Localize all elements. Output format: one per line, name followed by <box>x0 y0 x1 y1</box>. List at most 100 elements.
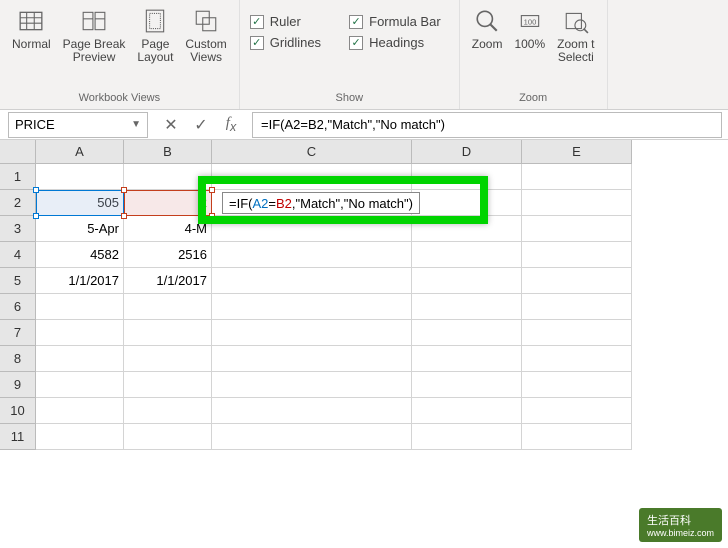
headings-checkbox[interactable]: ✓ Headings <box>349 35 449 50</box>
name-box[interactable]: PRICE ▼ <box>8 112 148 138</box>
column-header[interactable]: E <box>522 140 632 164</box>
cell[interactable] <box>412 216 522 242</box>
row-header[interactable]: 10 <box>0 398 36 424</box>
cell[interactable] <box>36 294 124 320</box>
select-all-corner[interactable] <box>0 140 36 164</box>
cell[interactable] <box>212 164 412 190</box>
cell[interactable] <box>36 398 124 424</box>
page-layout-icon <box>142 8 168 34</box>
formula-bar-checkbox[interactable]: ✓ Formula Bar <box>349 14 449 29</box>
page-break-preview-button[interactable]: Page Break Preview <box>61 6 128 66</box>
column-header[interactable]: C <box>212 140 412 164</box>
cell[interactable] <box>124 372 212 398</box>
cells-area[interactable]: 50525-Apr4-M458225161/1/20171/1/2017 =IF(… <box>36 164 728 450</box>
cell[interactable] <box>522 346 632 372</box>
cell[interactable] <box>522 398 632 424</box>
column-header[interactable]: B <box>124 140 212 164</box>
cell[interactable]: 2 <box>124 190 212 216</box>
normal-view-button[interactable]: Normal <box>10 6 53 53</box>
cell[interactable]: 2516 <box>124 242 212 268</box>
in-cell-formula-editor[interactable]: =IF(A2=B2,"Match","No match") <box>222 192 420 214</box>
column-header[interactable]: D <box>412 140 522 164</box>
cell[interactable] <box>522 294 632 320</box>
column-header[interactable]: A <box>36 140 124 164</box>
cell[interactable] <box>212 346 412 372</box>
cell[interactable] <box>212 372 412 398</box>
cell[interactable]: 1/1/2017 <box>36 268 124 294</box>
cell[interactable]: 4-M <box>124 216 212 242</box>
selection-handle[interactable] <box>33 213 39 219</box>
row-header[interactable]: 9 <box>0 372 36 398</box>
cell[interactable] <box>124 424 212 450</box>
cell[interactable] <box>412 268 522 294</box>
enter-formula-button[interactable]: ✓ <box>186 112 216 138</box>
ruler-checkbox[interactable]: ✓ Ruler <box>250 14 329 29</box>
cell[interactable] <box>212 242 412 268</box>
zoom-group-label: Zoom <box>470 89 597 107</box>
selection-handle[interactable] <box>209 187 215 193</box>
cell[interactable] <box>36 164 124 190</box>
cell[interactable]: 5-Apr <box>36 216 124 242</box>
selection-handle[interactable] <box>209 213 215 219</box>
cell[interactable] <box>36 372 124 398</box>
row-header[interactable]: 11 <box>0 424 36 450</box>
cell[interactable]: 505 <box>36 190 124 216</box>
cell[interactable] <box>412 242 522 268</box>
cell[interactable] <box>36 320 124 346</box>
row-header[interactable]: 3 <box>0 216 36 242</box>
selection-handle[interactable] <box>121 187 127 193</box>
cell[interactable]: 1/1/2017 <box>124 268 212 294</box>
cell[interactable] <box>124 294 212 320</box>
cell[interactable] <box>522 164 632 190</box>
cell[interactable] <box>412 164 522 190</box>
cell[interactable] <box>412 190 522 216</box>
row-header[interactable]: 8 <box>0 346 36 372</box>
check-icon: ✓ <box>349 15 363 29</box>
cell[interactable] <box>212 216 412 242</box>
custom-views-button[interactable]: Custom Views <box>183 6 228 66</box>
cell[interactable] <box>522 320 632 346</box>
cell[interactable] <box>36 424 124 450</box>
row-header[interactable]: 4 <box>0 242 36 268</box>
row-header[interactable]: 6 <box>0 294 36 320</box>
cell[interactable] <box>212 268 412 294</box>
zoom-100-button[interactable]: 100 100% <box>512 6 547 53</box>
formula-input[interactable]: =IF(A2=B2,"Match","No match") <box>252 112 722 138</box>
cell[interactable] <box>124 398 212 424</box>
cell[interactable] <box>124 320 212 346</box>
cell[interactable] <box>212 424 412 450</box>
cell[interactable] <box>522 216 632 242</box>
cell[interactable] <box>212 398 412 424</box>
cancel-formula-button[interactable]: ✕ <box>156 112 186 138</box>
row-header[interactable]: 1 <box>0 164 36 190</box>
zoom-button[interactable]: Zoom <box>470 6 505 53</box>
cell[interactable] <box>412 294 522 320</box>
cell[interactable] <box>412 398 522 424</box>
cell[interactable] <box>522 242 632 268</box>
cell[interactable] <box>212 294 412 320</box>
row-header[interactable]: 2 <box>0 190 36 216</box>
selection-handle[interactable] <box>33 187 39 193</box>
cell[interactable] <box>412 346 522 372</box>
cell[interactable] <box>412 372 522 398</box>
page-break-label: Page Break Preview <box>63 38 126 64</box>
row-header[interactable]: 5 <box>0 268 36 294</box>
cell[interactable] <box>522 190 632 216</box>
cell[interactable] <box>36 346 124 372</box>
chevron-down-icon[interactable]: ▼ <box>131 119 141 130</box>
cell[interactable] <box>212 320 412 346</box>
gridlines-checkbox[interactable]: ✓ Gridlines <box>250 35 329 50</box>
cell[interactable]: 4582 <box>36 242 124 268</box>
page-layout-button[interactable]: Page Layout <box>135 6 175 66</box>
selection-handle[interactable] <box>121 213 127 219</box>
cell[interactable] <box>124 164 212 190</box>
cell[interactable] <box>412 424 522 450</box>
cell[interactable] <box>522 372 632 398</box>
cell[interactable] <box>522 424 632 450</box>
cell[interactable] <box>522 268 632 294</box>
cell[interactable] <box>124 346 212 372</box>
cell[interactable] <box>412 320 522 346</box>
zoom-selection-button[interactable]: Zoom t Selecti <box>555 6 596 66</box>
row-header[interactable]: 7 <box>0 320 36 346</box>
insert-function-button[interactable]: fx <box>216 112 246 138</box>
